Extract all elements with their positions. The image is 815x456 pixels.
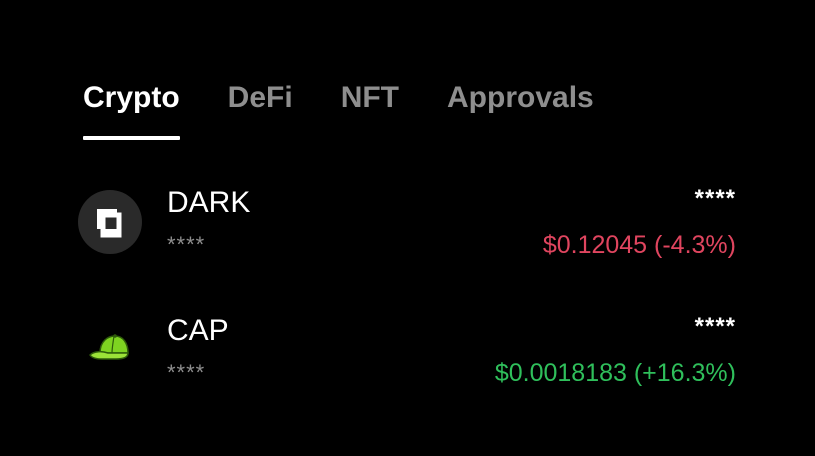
- tab-nft[interactable]: NFT: [341, 78, 399, 118]
- tab-defi[interactable]: DeFi: [228, 78, 293, 118]
- asset-name: DARK: [167, 186, 251, 219]
- tab-crypto[interactable]: Crypto: [83, 78, 180, 140]
- asset-balance-masked: ****: [167, 232, 206, 257]
- cap-token-icon: [78, 318, 142, 382]
- dark-token-icon: [78, 190, 142, 254]
- asset-price-change: $0.12045 (-4.3%): [542, 231, 736, 259]
- asset-value-masked: ****: [694, 313, 736, 340]
- asset-row-dark[interactable]: DARK **** **** $0.12045 (-4.3%): [78, 180, 736, 270]
- asset-category-tabs: Crypto DeFi NFT Approvals: [83, 78, 594, 140]
- wallet-assets-panel: Crypto DeFi NFT Approvals DARK **** ****…: [0, 0, 815, 456]
- asset-name: CAP: [167, 314, 229, 347]
- asset-price-change: $0.0018183 (+16.3%): [494, 359, 736, 387]
- asset-value-masked: ****: [694, 185, 736, 212]
- tab-approvals[interactable]: Approvals: [447, 78, 594, 118]
- asset-row-cap[interactable]: CAP **** **** $0.0018183 (+16.3%): [78, 308, 736, 398]
- asset-balance-masked: ****: [167, 360, 206, 385]
